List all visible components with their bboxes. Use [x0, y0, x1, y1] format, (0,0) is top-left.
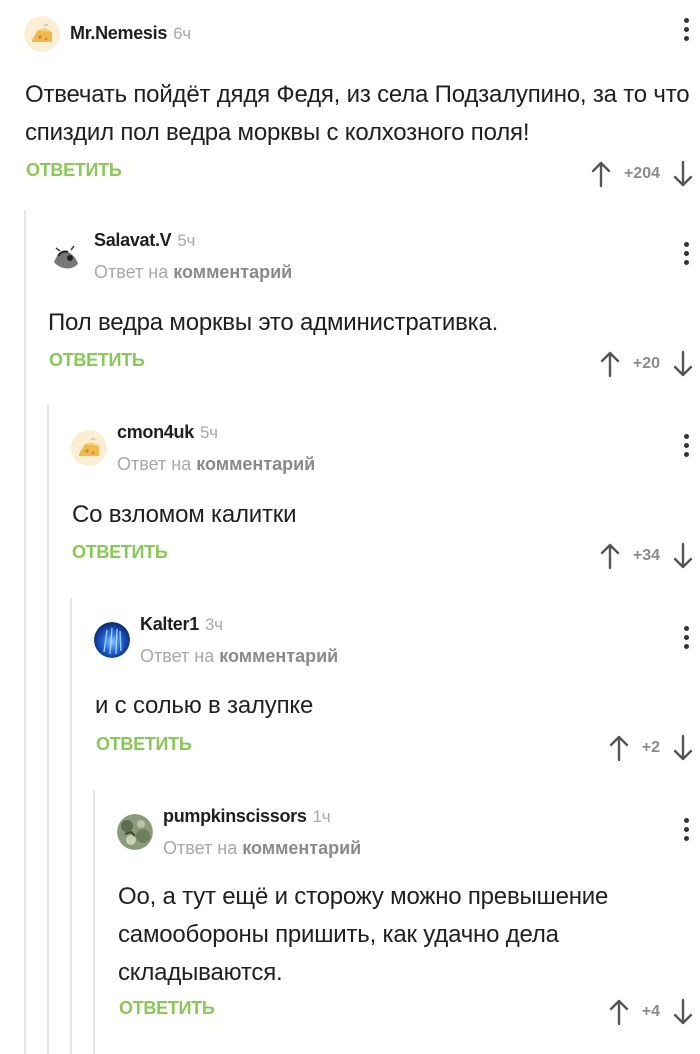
author-name[interactable]: pumpkinscissors 1ч: [163, 806, 331, 827]
more-vertical-icon[interactable]: [682, 434, 690, 457]
arrow-up-icon[interactable]: [599, 350, 621, 378]
camo-avatar-icon: [117, 814, 153, 850]
cheese-avatar-icon: [71, 430, 107, 466]
vote-score: +34: [632, 547, 660, 564]
arrow-down-icon[interactable]: [672, 350, 694, 378]
comment-footer: ОТВЕТИТЬ +34: [72, 542, 700, 572]
vote-controls: +2: [608, 734, 694, 762]
arrow-up-icon[interactable]: [608, 734, 630, 762]
thread-line: [24, 210, 26, 1054]
arrow-down-icon[interactable]: [672, 542, 694, 570]
comment-text: Оо, а тут ещё и сторожу можно превышение…: [118, 883, 609, 986]
vote-score: +204: [623, 165, 660, 182]
vote-score: +20: [632, 355, 660, 372]
vote-score: +2: [641, 739, 660, 756]
more-vertical-icon[interactable]: [682, 626, 690, 649]
vote-controls: +204: [590, 160, 694, 188]
author-name[interactable]: Mr.Nemesis 6ч: [70, 23, 191, 44]
vote-score: +4: [641, 1003, 660, 1020]
comment-time: 5ч: [199, 423, 218, 442]
avatar[interactable]: [48, 238, 84, 274]
author-name[interactable]: cmon4uk 5ч: [117, 422, 218, 443]
comment-time: 3ч: [204, 615, 223, 634]
reply-button[interactable]: ОТВЕТИТЬ: [96, 734, 192, 755]
avatar[interactable]: [117, 814, 153, 850]
comment-text: Отвечать пойдёт дядя Федя, из села Подза…: [25, 81, 690, 146]
arrow-down-icon[interactable]: [672, 734, 694, 762]
thread-line: [70, 598, 72, 1054]
author-name[interactable]: Salavat.V 5ч: [94, 230, 195, 251]
reply-button[interactable]: ОТВЕТИТЬ: [119, 998, 215, 1019]
reply-button[interactable]: ОТВЕТИТЬ: [72, 542, 168, 563]
thread-line: [47, 404, 49, 1054]
reply-to-link[interactable]: Ответ на комментарий: [94, 262, 292, 283]
blue-glow-avatar-icon: [94, 622, 130, 658]
comment-text: Пол ведра морквы это административка.: [48, 309, 499, 336]
arrow-down-icon[interactable]: [672, 998, 694, 1026]
avatar[interactable]: [71, 430, 107, 466]
arrow-up-icon[interactable]: [590, 160, 612, 188]
cheese-avatar-icon: [24, 16, 60, 52]
arrow-down-icon[interactable]: [672, 160, 694, 188]
avatar[interactable]: [94, 622, 130, 658]
comment-time: 5ч: [177, 231, 196, 250]
vote-controls: +34: [599, 542, 694, 570]
comment-footer: ОТВЕТИТЬ +204: [26, 160, 700, 190]
comment-footer: ОТВЕТИТЬ +20: [49, 350, 700, 380]
avatar[interactable]: [24, 16, 60, 52]
comment-text: и с солью в залупке: [95, 692, 314, 719]
thread-line: [93, 790, 95, 1054]
comment-text: Со взломом калитки: [72, 501, 297, 528]
comment-time: 1ч: [312, 807, 331, 826]
arrow-up-icon[interactable]: [599, 542, 621, 570]
author-name[interactable]: Kalter1 3ч: [140, 614, 223, 635]
reply-button[interactable]: ОТВЕТИТЬ: [26, 160, 122, 181]
comment-footer: ОТВЕТИТЬ +4: [119, 998, 700, 1028]
comment-footer: ОТВЕТИТЬ +2: [96, 734, 700, 764]
more-vertical-icon[interactable]: [682, 18, 690, 41]
vote-controls: +4: [608, 998, 694, 1026]
vote-controls: +20: [599, 350, 694, 378]
reply-to-link[interactable]: Ответ на комментарий: [163, 838, 361, 859]
reply-button[interactable]: ОТВЕТИТЬ: [49, 350, 145, 371]
more-vertical-icon[interactable]: [682, 818, 690, 841]
more-vertical-icon[interactable]: [682, 242, 690, 265]
reply-to-link[interactable]: Ответ на комментарий: [140, 646, 338, 667]
arrow-up-icon[interactable]: [608, 998, 630, 1026]
comment-time: 6ч: [173, 24, 191, 43]
reply-to-link[interactable]: Ответ на комментарий: [117, 454, 315, 475]
sketch-avatar-icon: [48, 238, 84, 274]
